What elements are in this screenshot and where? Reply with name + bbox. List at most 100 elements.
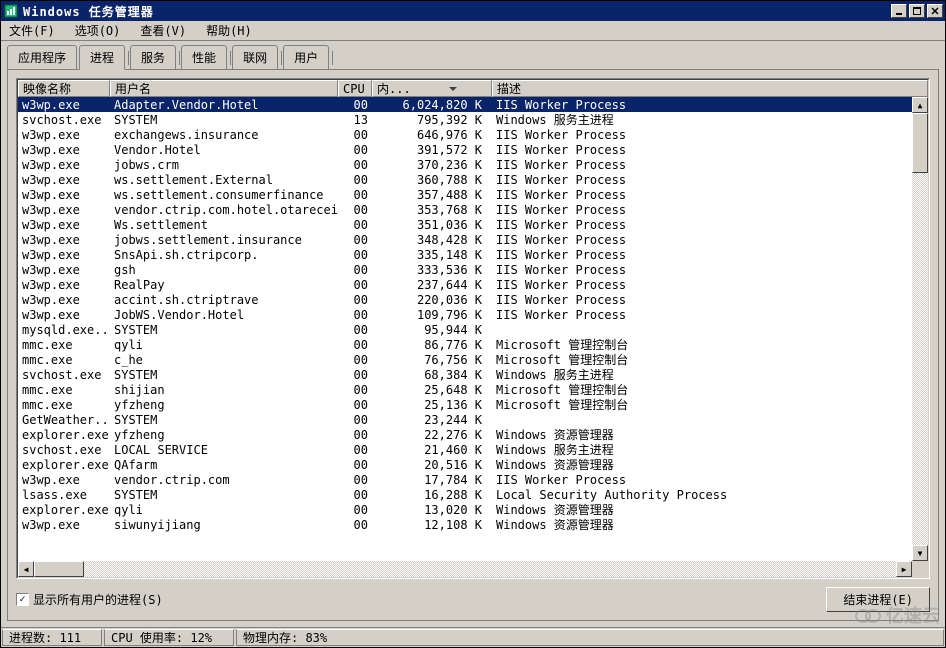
- table-row[interactable]: w3wp.exevendor.ctrip.com.hotel.otareceiv…: [18, 202, 912, 217]
- table-row[interactable]: w3wp.exeWs.settlement00351,036 KIIS Work…: [18, 217, 912, 232]
- table-row[interactable]: w3wp.exesiwunyijiang0012,108 KWindows 资源…: [18, 517, 912, 532]
- hscroll-right-button[interactable]: ▶: [896, 561, 912, 577]
- cell-user-name: JobWS.Vendor.Hotel: [110, 308, 338, 322]
- table-row[interactable]: w3wp.exevendor.ctrip.com0017,784 KIIS Wo…: [18, 472, 912, 487]
- hscroll-left-button[interactable]: ◀: [18, 561, 34, 577]
- cell-user-name: c_he: [110, 353, 338, 367]
- col-memory[interactable]: 内...: [372, 80, 492, 97]
- table-row[interactable]: w3wp.exeSnsApi.sh.ctripcorp.00335,148 KI…: [18, 247, 912, 262]
- col-cpu[interactable]: CPU: [338, 80, 372, 97]
- table-row[interactable]: mmc.exeqyli0086,776 KMicrosoft 管理控制台: [18, 337, 912, 352]
- table-row[interactable]: w3wp.exews.settlement.External00360,788 …: [18, 172, 912, 187]
- table-row[interactable]: w3wp.exeVendor.Hotel00391,572 KIIS Worke…: [18, 142, 912, 157]
- table-row[interactable]: w3wp.exews.settlement.consumerfinance003…: [18, 187, 912, 202]
- cell-memory: 25,136 K: [372, 398, 492, 412]
- cell-user-name: siwunyijiang: [110, 518, 338, 532]
- tab-processes[interactable]: 进程: [79, 45, 125, 70]
- cell-description: IIS Worker Process: [492, 143, 912, 157]
- cell-cpu: 00: [338, 353, 372, 367]
- cell-cpu: 00: [338, 203, 372, 217]
- cell-user-name: Adapter.Vendor.Hotel: [110, 98, 338, 112]
- table-row[interactable]: explorer.exeqyli0013,020 KWindows 资源管理器: [18, 502, 912, 517]
- table-row[interactable]: svchost.exeLOCAL SERVICE0021,460 KWindow…: [18, 442, 912, 457]
- table-row[interactable]: mmc.exeshijian0025,648 KMicrosoft 管理控制台: [18, 382, 912, 397]
- minimize-button[interactable]: [891, 4, 907, 18]
- table-row[interactable]: w3wp.exeAdapter.Vendor.Hotel006,024,820 …: [18, 97, 912, 112]
- cell-cpu: 00: [338, 143, 372, 157]
- table-row[interactable]: mmc.exeyfzheng0025,136 KMicrosoft 管理控制台: [18, 397, 912, 412]
- cell-image-name: mmc.exe: [18, 383, 110, 397]
- vertical-scrollbar[interactable]: ▲ ▼: [912, 97, 928, 561]
- cell-cpu: 00: [338, 308, 372, 322]
- table-row[interactable]: w3wp.exeaccint.sh.ctriptrave00220,036 KI…: [18, 292, 912, 307]
- tab-networking[interactable]: 联网: [232, 45, 278, 69]
- col-memory-label: 内...: [377, 80, 411, 97]
- col-image-name[interactable]: 映像名称: [18, 80, 110, 97]
- cell-memory: 20,516 K: [372, 458, 492, 472]
- menu-help[interactable]: 帮助(H): [202, 20, 256, 41]
- tab-applications[interactable]: 应用程序: [7, 45, 77, 69]
- hscroll-thumb[interactable]: [34, 561, 84, 577]
- tab-services[interactable]: 服务: [130, 45, 176, 69]
- table-row[interactable]: GetWeather...SYSTEM0023,244 K: [18, 412, 912, 427]
- table-row[interactable]: lsass.exeSYSTEM0016,288 KLocal Security …: [18, 487, 912, 502]
- cell-memory: 95,944 K: [372, 323, 492, 337]
- tab-users[interactable]: 用户: [283, 45, 329, 69]
- status-processes: 进程数: 111: [2, 629, 102, 646]
- cell-description: IIS Worker Process: [492, 203, 912, 217]
- cell-memory: 237,644 K: [372, 278, 492, 292]
- table-row[interactable]: w3wp.exejobws.crm00370,236 KIIS Worker P…: [18, 157, 912, 172]
- table-row[interactable]: w3wp.exeexchangews.insurance00646,976 KI…: [18, 127, 912, 142]
- cell-memory: 76,756 K: [372, 353, 492, 367]
- cell-description: IIS Worker Process: [492, 233, 912, 247]
- table-row[interactable]: svchost.exeSYSTEM0068,384 KWindows 服务主进程: [18, 367, 912, 382]
- show-all-users-checkbox[interactable]: ✓ 显示所有用户的进程(S): [16, 591, 163, 608]
- cell-memory: 23,244 K: [372, 413, 492, 427]
- cell-memory: 12,108 K: [372, 518, 492, 532]
- col-user-name[interactable]: 用户名: [110, 80, 338, 97]
- cell-image-name: mmc.exe: [18, 353, 110, 367]
- table-row[interactable]: mysqld.exe...SYSTEM0095,944 K: [18, 322, 912, 337]
- col-description[interactable]: 描述: [492, 80, 928, 97]
- process-rows[interactable]: w3wp.exeAdapter.Vendor.Hotel006,024,820 …: [18, 97, 912, 561]
- cell-image-name: mmc.exe: [18, 398, 110, 412]
- titlebar[interactable]: Windows 任务管理器: [1, 1, 945, 21]
- cell-user-name: SYSTEM: [110, 413, 338, 427]
- cell-description: IIS Worker Process: [492, 263, 912, 277]
- horizontal-scrollbar[interactable]: ◀ ▶: [18, 561, 912, 577]
- cell-image-name: w3wp.exe: [18, 143, 110, 157]
- menu-options[interactable]: 选项(O): [71, 20, 125, 41]
- cell-description: IIS Worker Process: [492, 218, 912, 232]
- cell-memory: 16,288 K: [372, 488, 492, 502]
- table-row[interactable]: w3wp.exejobws.settlement.insurance00348,…: [18, 232, 912, 247]
- scroll-down-button[interactable]: ▼: [912, 545, 928, 561]
- close-button[interactable]: [927, 4, 943, 18]
- scroll-up-button[interactable]: ▲: [912, 97, 928, 113]
- table-row[interactable]: w3wp.exeRealPay00237,644 KIIS Worker Pro…: [18, 277, 912, 292]
- tab-performance[interactable]: 性能: [181, 45, 227, 69]
- cell-image-name: explorer.exe: [18, 458, 110, 472]
- cell-user-name: ws.settlement.consumerfinance: [110, 188, 338, 202]
- scroll-thumb[interactable]: [912, 113, 928, 173]
- scroll-track[interactable]: [912, 113, 928, 545]
- menu-file[interactable]: 文件(F): [5, 20, 59, 41]
- maximize-button[interactable]: [909, 4, 925, 18]
- process-list: 映像名称 用户名 CPU 内... 描述 w3wp.exeAdapter.Ven…: [16, 78, 930, 579]
- menu-view[interactable]: 查看(V): [136, 20, 190, 41]
- cell-description: Windows 资源管理器: [492, 456, 912, 473]
- cell-user-name: vendor.ctrip.com: [110, 473, 338, 487]
- table-row[interactable]: svchost.exeSYSTEM13795,392 KWindows 服务主进…: [18, 112, 912, 127]
- table-row[interactable]: w3wp.exegsh00333,536 KIIS Worker Process: [18, 262, 912, 277]
- hscroll-track[interactable]: [34, 561, 896, 577]
- end-process-button[interactable]: 结束进程(E): [826, 587, 930, 612]
- table-row[interactable]: explorer.exeQAfarm0020,516 KWindows 资源管理…: [18, 457, 912, 472]
- table-row[interactable]: explorer.exeyfzheng0022,276 KWindows 资源管…: [18, 427, 912, 442]
- cell-memory: 86,776 K: [372, 338, 492, 352]
- table-row[interactable]: mmc.exec_he0076,756 KMicrosoft 管理控制台: [18, 352, 912, 367]
- cell-user-name: ws.settlement.External: [110, 173, 338, 187]
- cell-user-name: QAfarm: [110, 458, 338, 472]
- cell-description: IIS Worker Process: [492, 173, 912, 187]
- table-row[interactable]: w3wp.exeJobWS.Vendor.Hotel00109,796 KIIS…: [18, 307, 912, 322]
- cell-memory: 348,428 K: [372, 233, 492, 247]
- cell-user-name: Vendor.Hotel: [110, 143, 338, 157]
